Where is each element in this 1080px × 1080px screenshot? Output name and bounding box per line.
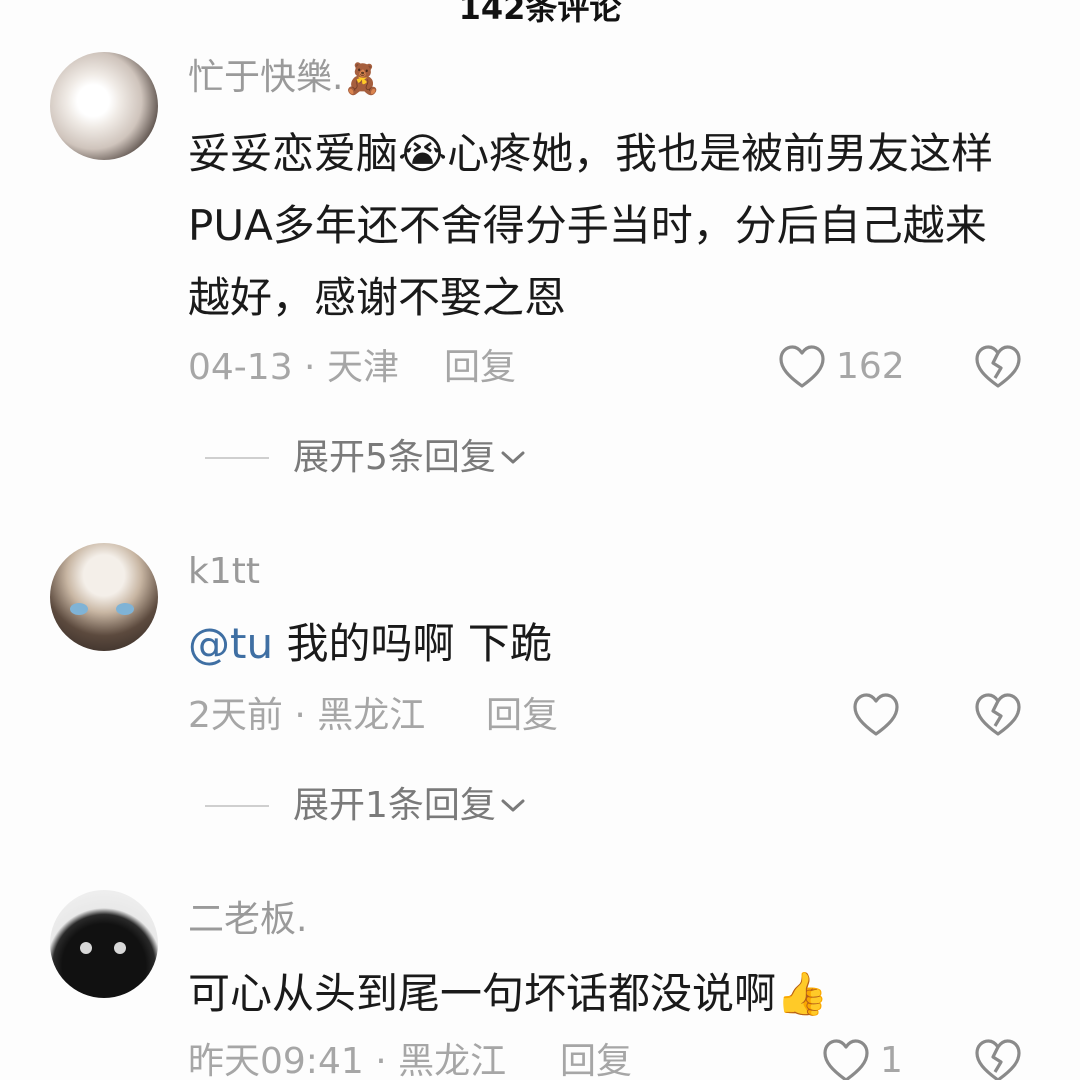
comment-text: 可心从头到尾一句坏话都没说啊👍 <box>188 958 1028 1030</box>
page-title: 142条评论 <box>458 0 622 27</box>
comment-text: @tu 我的吗啊 下跪 <box>188 608 1028 680</box>
divider <box>205 457 269 459</box>
dislike-button[interactable] <box>974 344 1022 390</box>
crying-face-icon: 😭 <box>398 129 448 178</box>
mention-link[interactable]: @tu <box>188 619 273 668</box>
expand-replies-label: 展开1条回复 <box>293 785 496 826</box>
expand-replies[interactable]: 展开5条回复 <box>205 436 526 480</box>
heart-outline-icon <box>823 1039 869 1080</box>
dislike-button[interactable] <box>974 1038 1022 1080</box>
thumbs-up-icon: 👍 <box>776 969 829 1018</box>
cat-eye <box>80 942 92 954</box>
cat-eye <box>70 603 88 615</box>
reply-button[interactable]: 回复 <box>486 694 558 738</box>
expand-replies-label: 展开5条回复 <box>293 437 496 478</box>
comment-username[interactable]: 忙于快樂.🧸 <box>188 56 381 102</box>
cat-eye <box>114 942 126 954</box>
cat-eye <box>116 603 134 615</box>
heart-outline-icon <box>779 345 825 388</box>
username-text: 忙于快樂. <box>188 57 344 98</box>
like-count: 1 <box>880 1040 903 1080</box>
avatar[interactable] <box>50 890 158 998</box>
reply-button[interactable]: 回复 <box>444 346 516 390</box>
comments-panel: 142条评论 忙于快樂.🧸 妥妥恋爱脑😭心疼她，我也是被前男友这样PUA多年还不… <box>0 0 1080 1080</box>
comment-text-body: 可心从头到尾一句坏话都没说啊 <box>188 969 777 1018</box>
expand-replies[interactable]: 展开1条回复 <box>205 784 526 828</box>
avatar[interactable] <box>50 543 158 651</box>
comment-text-start: 妥妥恋爱脑 <box>188 129 399 178</box>
divider <box>205 805 269 807</box>
chevron-down-icon <box>501 451 525 464</box>
dislike-button[interactable] <box>974 692 1022 738</box>
comment-meta: 昨天09:41 · 黑龙江 <box>188 1041 507 1080</box>
like-count: 162 <box>836 346 905 387</box>
like-button[interactable]: 162 <box>778 344 905 390</box>
like-button[interactable]: 1 <box>822 1038 903 1080</box>
broken-heart-icon <box>975 345 1021 388</box>
chevron-down-icon <box>501 799 525 812</box>
avatar[interactable] <box>50 52 158 160</box>
comment-username[interactable]: 二老板. <box>188 898 307 942</box>
comment-meta: 04-13 · 天津 <box>188 347 399 388</box>
comment-username[interactable]: k1tt <box>188 550 260 594</box>
reply-button[interactable]: 回复 <box>560 1040 632 1080</box>
comment-text: 妥妥恋爱脑😭心疼她，我也是被前男友这样PUA多年还不舍得分手当时，分后自己越来越… <box>188 118 1028 334</box>
teddy-bear-icon: 🧸 <box>343 62 381 97</box>
comment-text-body: 我的吗啊 下跪 <box>273 619 552 668</box>
heart-outline-icon <box>853 693 899 736</box>
broken-heart-icon <box>975 1039 1021 1080</box>
like-button[interactable] <box>852 692 900 738</box>
broken-heart-icon <box>975 693 1021 736</box>
comment-meta: 2天前 · 黑龙江 <box>188 695 426 736</box>
